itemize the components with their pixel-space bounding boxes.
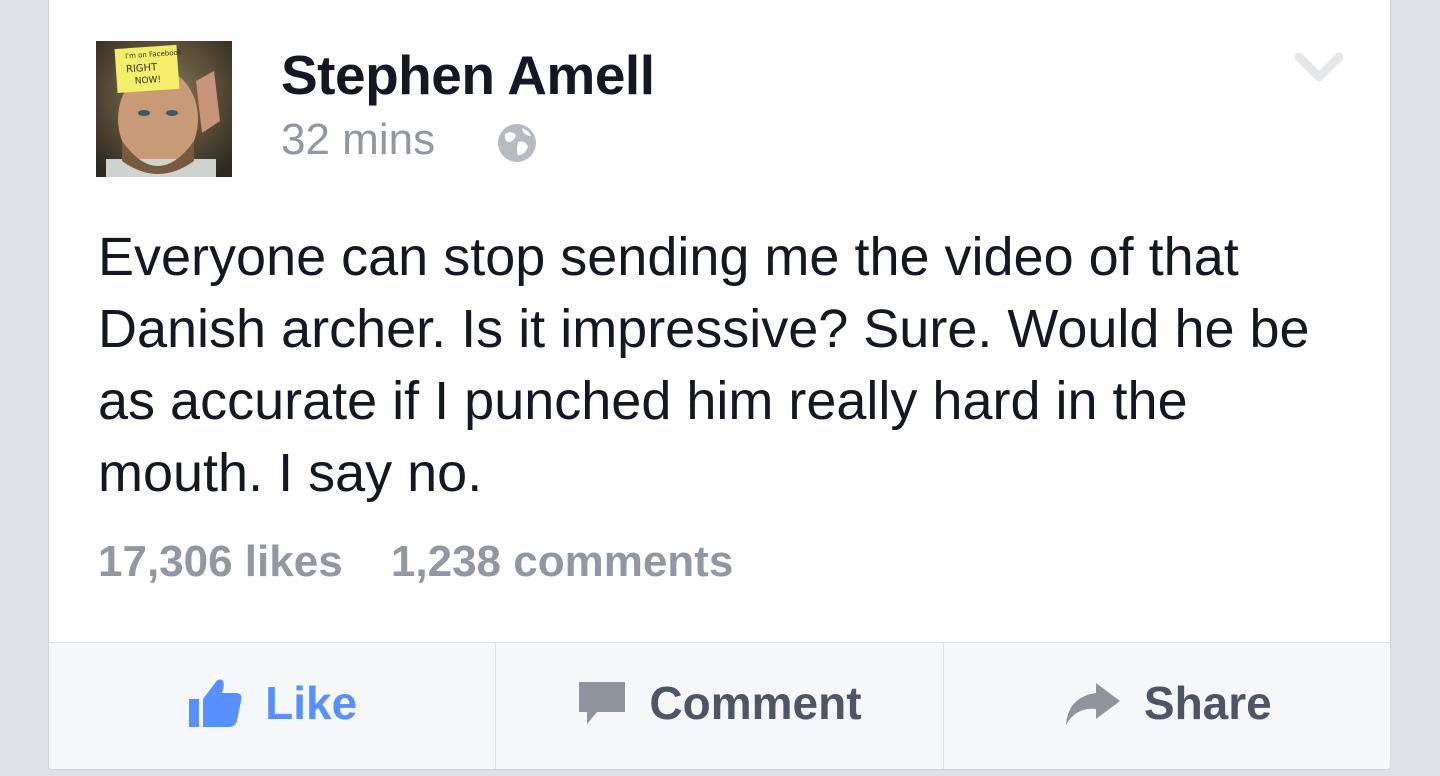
post-timestamp[interactable]: 32 mins [281, 115, 435, 165]
comments-count[interactable]: 1,238 comments [391, 537, 733, 586]
post-stats: 17,306 likes 1,238 comments [98, 537, 769, 587]
globe-icon [498, 124, 536, 162]
action-bar: Like Comment Share [49, 642, 1390, 769]
post-text: Everyone can stop sending me the video o… [98, 227, 1310, 503]
avatar-photo: I'm on Facebook RIGHT NOW! [96, 41, 232, 177]
like-label: Like [265, 677, 358, 729]
chevron-down-icon[interactable] [1295, 51, 1343, 85]
avatar-note-line-2: RIGHT [126, 62, 159, 75]
avatar[interactable]: I'm on Facebook RIGHT NOW! [96, 41, 232, 177]
speech-bubble-icon [579, 682, 626, 724]
like-button[interactable]: Like [49, 643, 497, 769]
share-arrow-icon [1065, 683, 1120, 725]
avatar-note-line-3: NOW! [135, 75, 162, 87]
comment-label: Comment [649, 677, 862, 729]
comment-button[interactable]: Comment [496, 643, 944, 769]
thumbs-up-icon [189, 679, 242, 727]
share-button[interactable]: Share [944, 643, 1390, 769]
share-label: Share [1143, 677, 1272, 729]
author-name[interactable]: Stephen Amell [281, 43, 655, 107]
post-card: I'm on Facebook RIGHT NOW! Stephen Amell… [48, 0, 1391, 770]
likes-count[interactable]: 17,306 likes [98, 537, 343, 586]
